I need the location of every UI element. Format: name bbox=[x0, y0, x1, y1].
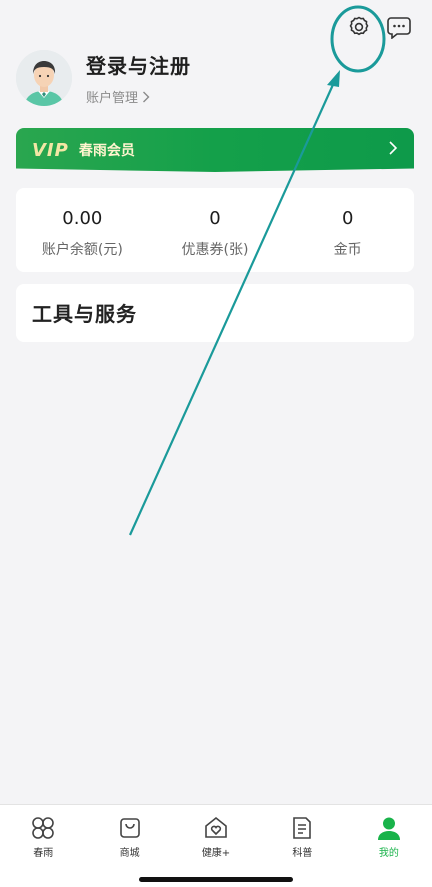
tab-label: 春雨 bbox=[33, 848, 54, 859]
bottom-tab-bar: 春雨 商城 健康+ 科普 我的 bbox=[0, 804, 432, 887]
home-indicator bbox=[139, 877, 293, 882]
profile-text: 登录与注册 账户管理 bbox=[86, 50, 191, 106]
clover-icon bbox=[32, 817, 55, 839]
profile-section[interactable]: 登录与注册 账户管理 bbox=[16, 50, 191, 106]
home-heart-icon bbox=[205, 816, 227, 838]
coupon-label: 优惠券(张) bbox=[181, 242, 249, 258]
default-avatar-icon bbox=[16, 50, 72, 106]
coupon-value: 0 bbox=[209, 208, 221, 229]
gear-icon bbox=[349, 16, 369, 36]
balance-label: 账户余额(元) bbox=[41, 242, 123, 258]
vip-logo: VIP bbox=[32, 139, 69, 161]
tools-services-title: 工具与服务 bbox=[32, 302, 137, 326]
vip-label: 春雨会员 bbox=[78, 143, 135, 159]
tab-label: 我的 bbox=[378, 848, 399, 859]
tab-label: 科普 bbox=[292, 848, 313, 859]
coins-item[interactable]: 0 金币 bbox=[281, 188, 414, 272]
tab-label: 商城 bbox=[119, 848, 140, 859]
document-icon bbox=[293, 817, 312, 839]
top-bar-actions bbox=[346, 14, 412, 40]
person-icon bbox=[377, 817, 400, 840]
chevron-right-icon bbox=[389, 141, 398, 155]
tools-services-card: 工具与服务 bbox=[16, 284, 414, 342]
annotation-arrow-head bbox=[327, 70, 340, 87]
chevron-right-icon bbox=[143, 91, 150, 102]
avatar[interactable] bbox=[16, 50, 72, 106]
account-management-label: 账户管理 bbox=[86, 91, 139, 106]
tab-health-plus[interactable]: 健康+ bbox=[173, 805, 259, 887]
tab-science[interactable]: 科普 bbox=[259, 805, 345, 887]
login-register-link[interactable]: 登录与注册 bbox=[86, 50, 191, 79]
tab-label: 健康+ bbox=[201, 848, 231, 859]
shopping-bag-icon bbox=[119, 818, 140, 838]
coins-label: 金币 bbox=[333, 242, 362, 258]
wallet-card: 0.00 账户余额(元) 0 优惠券(张) 0 金币 bbox=[16, 188, 414, 272]
tab-mine[interactable]: 我的 bbox=[346, 805, 432, 887]
vip-membership-banner[interactable]: VIP 春雨会员 bbox=[16, 128, 414, 172]
chat-bubble-icon bbox=[387, 17, 411, 39]
balance-item[interactable]: 0.00 账户余额(元) bbox=[16, 188, 149, 272]
messages-button[interactable] bbox=[386, 14, 412, 40]
account-management-link[interactable]: 账户管理 bbox=[86, 87, 191, 106]
coins-value: 0 bbox=[341, 208, 354, 229]
balance-value: 0.00 bbox=[62, 208, 103, 229]
settings-button[interactable] bbox=[346, 14, 372, 40]
tab-chunyu[interactable]: 春雨 bbox=[0, 805, 86, 887]
tab-mall[interactable]: 商城 bbox=[86, 805, 172, 887]
coupon-item[interactable]: 0 优惠券(张) bbox=[149, 188, 282, 272]
